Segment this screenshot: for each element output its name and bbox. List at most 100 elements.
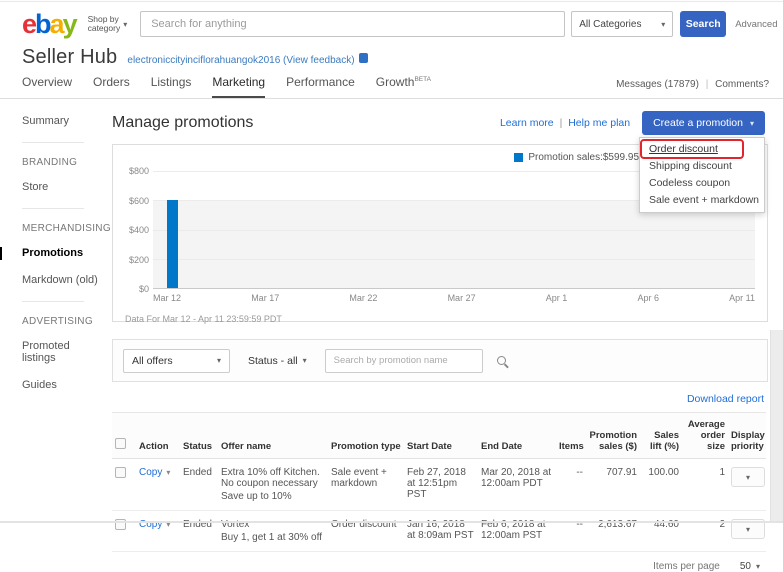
end-date-cell: Feb 6, 2018 at 12:00am PST [478, 511, 556, 552]
chevron-down-icon: ▾ [746, 473, 750, 482]
col-promotion-type: Promotion type [328, 413, 404, 459]
ebay-global-header: ebay Shop bycategory ▾ All Categories ▾ … [0, 2, 783, 44]
promotion-sales-cell: 2,613.67 [586, 511, 640, 552]
tab-overview[interactable]: Overview [22, 75, 72, 98]
sidebar-item-guides[interactable]: Guides [22, 379, 100, 391]
download-report-link[interactable]: Download report [687, 393, 764, 405]
help-me-plan-link[interactable]: Help me plan [568, 117, 630, 129]
col-sales-lift: Sales lift (%) [640, 413, 682, 459]
table-row: Copy▾ Ended VortexBuy 1, get 1 at 30% of… [112, 511, 766, 552]
menu-item-order-discount[interactable]: Order discount [640, 141, 764, 158]
separator: | [706, 79, 709, 90]
status-filter-dropdown[interactable]: Status - all ▾ [248, 355, 307, 367]
col-status: Status [180, 413, 218, 459]
col-display-priority: Display priority [728, 413, 766, 459]
sidebar-item-promoted-listings[interactable]: Promoted listings [22, 340, 100, 364]
chart-date-range-note: Data For Mar 12 - Apr 11 23:59:59 PDT [125, 314, 755, 324]
offers-filter-dropdown[interactable]: All offers ▾ [123, 349, 230, 373]
chevron-down-icon: ▾ [217, 356, 221, 365]
col-average-order-size: Average order size [682, 413, 728, 459]
col-end-date: End Date [478, 413, 556, 459]
comments-link[interactable]: Comments? [715, 79, 769, 90]
chevron-down-icon: ▾ [661, 20, 665, 29]
search-button[interactable]: Search [680, 11, 726, 37]
tab-performance[interactable]: Performance [286, 75, 355, 98]
avg-order-size-cell: 1 [682, 459, 728, 511]
display-priority-dropdown[interactable]: ▾ [731, 467, 765, 487]
items-per-page-label: Items per page [653, 561, 720, 572]
seller-hub-tabs: Overview Orders Listings Marketing Perfo… [0, 71, 783, 99]
col-items: Items [556, 413, 586, 459]
promotion-search-input[interactable] [325, 349, 483, 373]
scrollbar-track[interactable] [770, 330, 783, 523]
promotion-type-cell: Order discount [328, 511, 404, 552]
tab-growth[interactable]: GrowthBETA [376, 75, 431, 98]
end-date-cell: Mar 20, 2018 at 12:00am PDT [478, 459, 556, 511]
promotions-table-section: Download report Action Status Offer name [112, 388, 768, 572]
avg-order-size-cell: 2 [682, 511, 728, 552]
plot-shaded-band [153, 200, 755, 288]
advanced-search-link[interactable]: Advanced [735, 19, 777, 30]
sidebar-item-markdown-old[interactable]: Markdown (old) [22, 274, 100, 286]
select-all-checkbox[interactable] [115, 438, 126, 449]
table-row: Copy▾ Ended Extra 10% off Kitchen. No co… [112, 459, 766, 511]
feedback-icon[interactable] [359, 53, 368, 63]
create-promotion-menu: Order discount Shipping discount Codeles… [639, 137, 765, 213]
category-select[interactable]: All Categories ▾ [571, 11, 673, 37]
global-search-input[interactable] [140, 11, 565, 37]
table-footer: Items per page 50 ▾ [112, 552, 766, 572]
create-promotion-button[interactable]: Create a promotion ▾ [642, 111, 765, 135]
learn-more-link[interactable]: Learn more [500, 117, 554, 129]
shop-by-category-dropdown[interactable]: Shop bycategory ▾ [88, 15, 128, 33]
status-cell: Ended [180, 459, 218, 511]
sidebar-divider [22, 142, 84, 143]
account-link[interactable]: electroniccityinciflorahuangok2016 (View… [127, 55, 354, 66]
separator: | [560, 117, 563, 129]
copy-action-link[interactable]: Copy▾ [139, 467, 170, 478]
gridline [153, 259, 755, 260]
manage-promotions-main: Manage promotions Learn more | Help me p… [100, 99, 768, 572]
tab-orders[interactable]: Orders [93, 75, 130, 98]
messages-link[interactable]: Messages (17879) [616, 79, 699, 90]
sidebar-item-promotions[interactable]: Promotions [22, 247, 100, 259]
ebay-logo[interactable]: ebay [22, 11, 76, 37]
search-icon[interactable] [497, 356, 506, 365]
menu-item-sale-event-markdown[interactable]: Sale event + markdown [640, 192, 764, 209]
seller-hub-title: Seller Hub [22, 46, 117, 69]
view-feedback-link[interactable]: (View feedback) [283, 55, 355, 66]
sidebar-divider [22, 208, 84, 209]
chart-legend: Promotion sales:$599.95 [514, 152, 639, 163]
sidebar-divider [22, 301, 84, 302]
status-cell: Ended [180, 511, 218, 552]
chevron-down-icon: ▾ [756, 562, 760, 571]
chevron-down-icon: ▾ [746, 525, 750, 534]
table-header-row: Action Status Offer name Promotion type … [112, 413, 766, 459]
items-per-page-dropdown[interactable]: 50 ▾ [740, 561, 760, 572]
start-date-cell: Jan 16, 2018 at 8:09am PST [404, 511, 478, 552]
menu-item-shipping-discount[interactable]: Shipping discount [640, 158, 764, 175]
promotion-sales-bar[interactable] [167, 200, 178, 288]
col-offer-name: Offer name [218, 413, 328, 459]
promotion-sales-cell: 707.91 [586, 459, 640, 511]
beta-badge: BETA [414, 76, 431, 83]
items-cell: -- [556, 511, 586, 552]
menu-item-codeless-coupon[interactable]: Codeless coupon [640, 175, 764, 192]
sales-lift-cell: 100.00 [640, 459, 682, 511]
category-select-value: All Categories [579, 19, 641, 30]
x-axis-labels: Mar 12 Mar 17 Mar 22 Mar 27 Apr 1 Apr 6 … [153, 293, 755, 303]
tab-listings[interactable]: Listings [151, 75, 192, 98]
col-start-date: Start Date [404, 413, 478, 459]
chevron-down-icon: ▾ [123, 20, 127, 29]
row-checkbox[interactable] [115, 467, 126, 478]
sidebar-item-summary[interactable]: Summary [22, 115, 100, 127]
sidebar-section-branding: BRANDING [22, 157, 100, 168]
offer-name-cell: Extra 10% off Kitchen. No coupon necessa… [218, 459, 328, 511]
start-date-cell: Feb 27, 2018 at 12:51pm PST [404, 459, 478, 511]
seller-hub-header: Seller Hub electroniccityinciflorahuango… [0, 44, 783, 99]
promotions-filter-bar: All offers ▾ Status - all ▾ [112, 339, 768, 382]
sidebar-item-store[interactable]: Store [22, 181, 100, 193]
items-cell: -- [556, 459, 586, 511]
col-action: Action [136, 413, 180, 459]
shop-by-label: Shop bycategory [88, 15, 121, 33]
tab-marketing[interactable]: Marketing [212, 75, 265, 98]
